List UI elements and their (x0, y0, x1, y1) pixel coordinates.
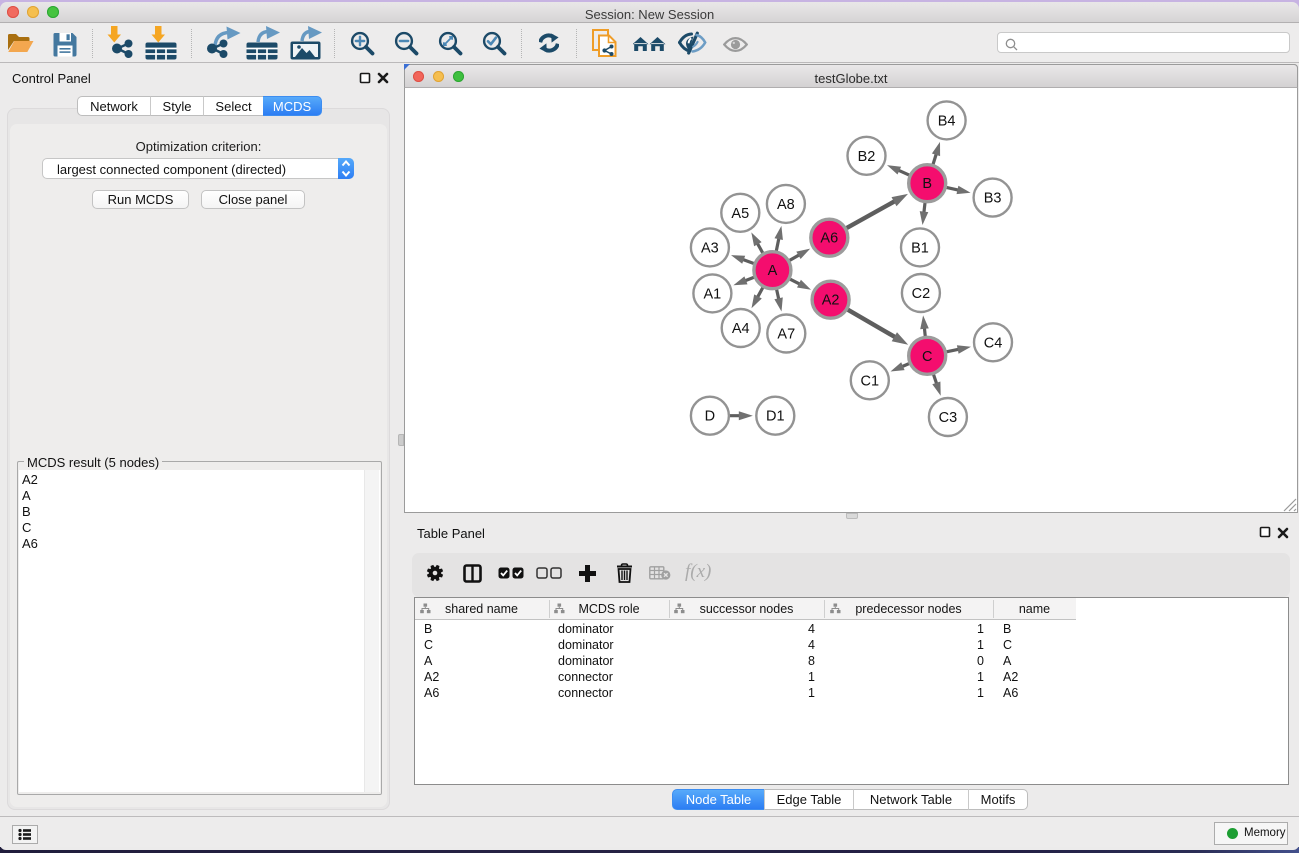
svg-text:A3: A3 (701, 240, 719, 256)
svg-text:A6: A6 (820, 231, 838, 247)
svg-text:D1: D1 (766, 409, 785, 425)
svg-text:A8: A8 (777, 197, 795, 213)
svg-text:A: A (768, 263, 778, 279)
svg-text:D: D (705, 409, 715, 425)
svg-text:C4: C4 (984, 335, 1003, 351)
svg-text:A2: A2 (822, 293, 840, 309)
svg-text:A1: A1 (704, 286, 722, 302)
svg-text:A4: A4 (732, 321, 750, 337)
svg-text:A5: A5 (731, 206, 749, 222)
svg-text:B: B (922, 176, 932, 192)
svg-text:B4: B4 (938, 113, 956, 129)
svg-text:C2: C2 (912, 286, 931, 302)
svg-text:C: C (922, 349, 932, 365)
svg-text:B1: B1 (911, 240, 929, 256)
svg-text:B3: B3 (984, 191, 1002, 207)
svg-text:C3: C3 (939, 410, 958, 426)
svg-text:B2: B2 (858, 149, 876, 165)
svg-text:A7: A7 (777, 327, 795, 343)
svg-text:C1: C1 (861, 373, 880, 389)
